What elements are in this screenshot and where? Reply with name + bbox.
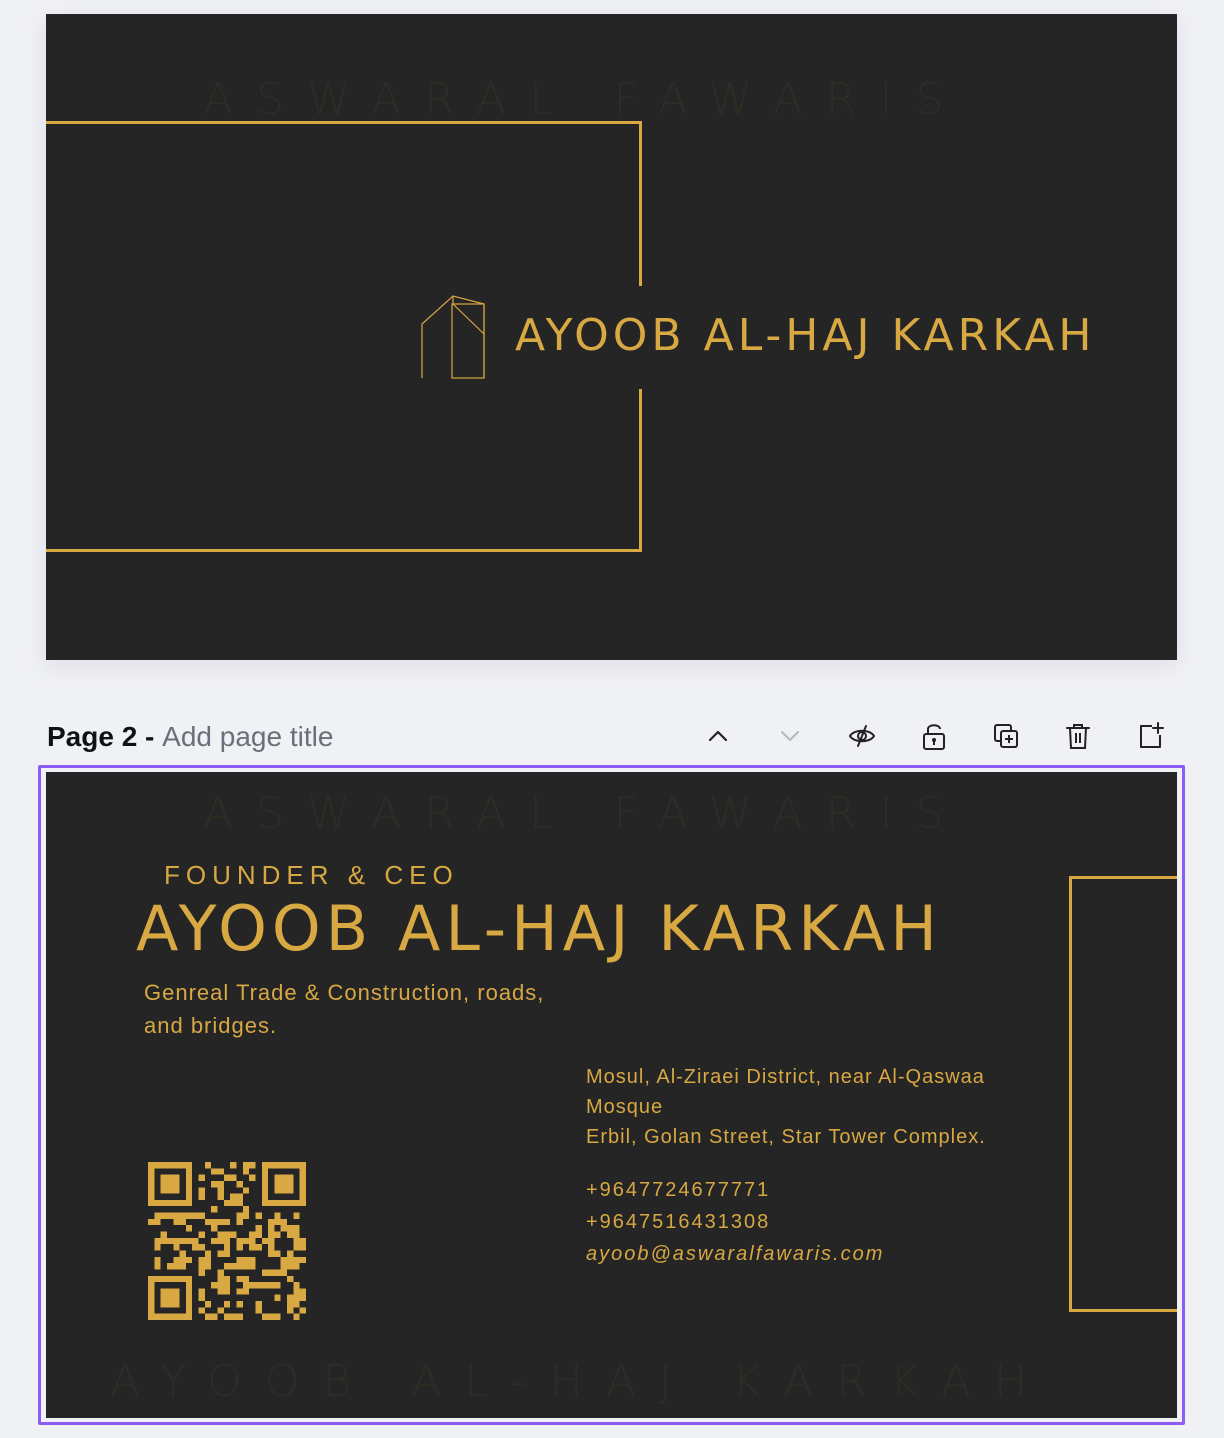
page-1-canvas[interactable]: ASWARAL FAWARIS AYOOB AL-HAJ KARKAH: [46, 14, 1177, 660]
duplicate-icon: [994, 724, 1018, 748]
trash-icon: [1066, 724, 1090, 749]
watermark-text-top: ASWARAL FAWARIS: [203, 788, 967, 839]
gold-frame: [1069, 876, 1177, 1312]
phone-number: +9647724677771: [586, 1179, 771, 1201]
move-page-up-button[interactable]: [698, 716, 738, 756]
duplicate-page-button[interactable]: [986, 716, 1026, 756]
card-name: AYOOB AL-HAJ KARKAH: [515, 310, 1096, 361]
chevron-down-icon: [780, 730, 800, 742]
job-title: FOUNDER & CEO: [164, 860, 459, 890]
frame-line-top: [46, 121, 642, 124]
chevron-up-icon: [708, 730, 728, 742]
address-block: Mosul, Al-Ziraei District, near Al-Qaswa…: [586, 1062, 1066, 1152]
frame-line-bottom: [46, 549, 642, 552]
watermark-text: ASWARAL FAWARIS: [203, 74, 967, 125]
lock-icon: [923, 724, 945, 750]
delete-page-button[interactable]: [1058, 716, 1098, 756]
move-page-down-button[interactable]: [770, 716, 810, 756]
company-tagline: Genreal Trade & Construction, roads, and…: [144, 980, 545, 1038]
email-address: ayoob@aswaralfawaris.com: [586, 1243, 885, 1265]
qr-code-icon: [148, 1162, 306, 1320]
add-page-icon: [1140, 722, 1164, 748]
watermark-text-bottom: AYOOB AL-HAJ KARKAH: [110, 1356, 1051, 1407]
lock-page-button[interactable]: [914, 716, 954, 756]
hide-page-button[interactable]: [842, 716, 882, 756]
phone-number: +9647516431308: [586, 1211, 771, 1233]
hide-icon: [848, 725, 876, 747]
page-header: Page 2 - Add page title: [47, 719, 333, 755]
address-line: Mosul, Al-Ziraei District, near Al-Qaswa…: [586, 1066, 985, 1118]
building-logo-icon: [421, 295, 485, 379]
card-name: AYOOB AL-HAJ KARKAH: [136, 892, 942, 965]
page-title-input[interactable]: Add page title: [162, 721, 333, 752]
frame-line-right-upper: [639, 121, 642, 286]
contact-block: +9647724677771 +9647516431308 ayoob@aswa…: [586, 1174, 884, 1270]
page-2-canvas[interactable]: ASWARAL FAWARIS AYOOB AL-HAJ KARKAH FOUN…: [46, 772, 1177, 1418]
page-number-label: Page 2 -: [47, 721, 163, 752]
address-line: Erbil, Golan Street, Star Tower Complex.: [586, 1126, 986, 1148]
frame-line-right-lower: [639, 389, 642, 552]
add-page-button[interactable]: [1130, 716, 1170, 756]
